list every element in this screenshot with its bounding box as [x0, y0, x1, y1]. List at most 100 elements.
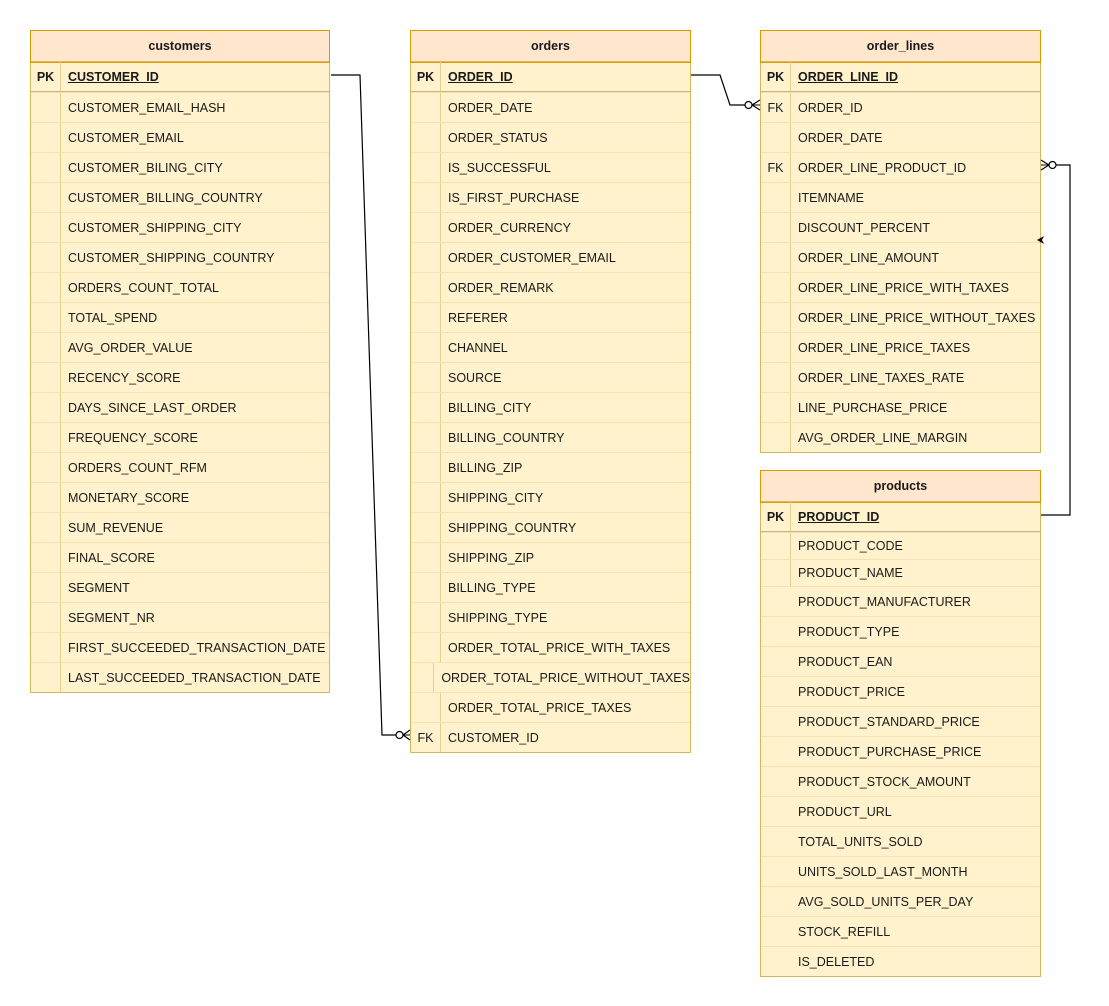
table-orders[interactable]: orders PK ORDER_ID ORDER_DATE ORDER_STATUS IS… [410, 30, 691, 753]
table-row[interactable]: CUSTOMER_BILLING_COUNTRY [31, 182, 329, 212]
key-cell [411, 513, 441, 542]
table-row[interactable]: ORDER_STATUS [411, 122, 690, 152]
table-row[interactable]: ITEMNAME [761, 182, 1040, 212]
table-row[interactable]: ORDER_CUSTOMER_EMAIL [411, 242, 690, 272]
column-name: BILLING_COUNTRY [448, 430, 565, 445]
table-row[interactable]: MONETARY_SCORE [31, 482, 329, 512]
table-row[interactable]: PRODUCT_URL [761, 796, 1040, 826]
column-name: ORDER_LINE_PRICE_WITHOUT_TAXES [798, 310, 1036, 325]
table-row[interactable]: ORDER_REMARK [411, 272, 690, 302]
table-row[interactable]: PK PRODUCT_ID [761, 502, 1040, 532]
table-row[interactable]: ORDER_LINE_PRICE_TAXES [761, 332, 1040, 362]
table-row[interactable]: FK ORDER_LINE_PRODUCT_ID [761, 152, 1040, 182]
table-products[interactable]: products PK PRODUCT_ID PRODUCT_CODE PRODUCT_… [760, 470, 1041, 977]
table-row[interactable]: CHANNEL [411, 332, 690, 362]
table-row[interactable]: BILLING_ZIP [411, 452, 690, 482]
table-row[interactable]: TOTAL_UNITS_SOLD [761, 826, 1040, 856]
table-row[interactable]: TOTAL_SPEND [31, 302, 329, 332]
table-row[interactable]: PK ORDER_ID [411, 62, 690, 92]
table-row[interactable]: BILLING_TYPE [411, 572, 690, 602]
table-row[interactable]: IS_DELETED [761, 946, 1040, 976]
table-row[interactable]: PRODUCT_EAN [761, 646, 1040, 676]
table-row[interactable]: ORDER_TOTAL_PRICE_WITHOUT_TAXES [411, 662, 690, 692]
table-row[interactable]: CUSTOMER_EMAIL_HASH [31, 92, 329, 122]
table-row[interactable]: REFERER [411, 302, 690, 332]
table-row[interactable]: SEGMENT [31, 572, 329, 602]
key-cell [31, 663, 61, 692]
table-row[interactable]: PRODUCT_PRICE [761, 676, 1040, 706]
table-row[interactable]: DISCOUNT_PERCENT [761, 212, 1040, 242]
table-row[interactable]: STOCK_REFILL [761, 916, 1040, 946]
table-row[interactable]: PK ORDER_LINE_ID [761, 62, 1040, 92]
table-row[interactable]: ORDER_LINE_PRICE_WITHOUT_TAXES [761, 302, 1040, 332]
key-cell [761, 677, 791, 706]
table-row[interactable]: ORDER_TOTAL_PRICE_WITH_TAXES [411, 632, 690, 662]
table-row[interactable]: PRODUCT_CODE [761, 532, 1040, 559]
table-row[interactable]: IS_SUCCESSFUL [411, 152, 690, 182]
table-row[interactable]: SHIPPING_TYPE [411, 602, 690, 632]
table-row[interactable]: AVG_ORDER_LINE_MARGIN [761, 422, 1040, 452]
table-row[interactable]: LINE_PURCHASE_PRICE [761, 392, 1040, 422]
table-row[interactable]: SEGMENT_NR [31, 602, 329, 632]
relationship-products-order-lines[interactable] [1040, 159, 1071, 516]
column-name: SOURCE [448, 370, 502, 385]
table-row[interactable]: PK CUSTOMER_ID [31, 62, 329, 92]
table-order-lines[interactable]: order_lines PK ORDER_LINE_ID FK ORDER_ID ORDE… [760, 30, 1041, 453]
key-cell [761, 797, 791, 826]
column-name: CUSTOMER_SHIPPING_CITY [68, 220, 242, 235]
table-row[interactable]: ORDER_LINE_AMOUNT [761, 242, 1040, 272]
table-row[interactable]: ORDER_DATE [411, 92, 690, 122]
table-row[interactable]: LAST_SUCCEEDED_TRANSACTION_DATE [31, 662, 329, 692]
crows-foot-icon [1040, 159, 1050, 171]
table-row[interactable]: SHIPPING_COUNTRY [411, 512, 690, 542]
table-row[interactable]: AVG_ORDER_VALUE [31, 332, 329, 362]
table-row[interactable]: PRODUCT_NAME [761, 559, 1040, 586]
table-row[interactable]: DAYS_SINCE_LAST_ORDER [31, 392, 329, 422]
table-row[interactable]: ORDER_DATE [761, 122, 1040, 152]
table-row[interactable]: CUSTOMER_SHIPPING_CITY [31, 212, 329, 242]
table-row[interactable]: ORDERS_COUNT_TOTAL [31, 272, 329, 302]
table-row[interactable]: CUSTOMER_SHIPPING_COUNTRY [31, 242, 329, 272]
column-name: PRODUCT_PRICE [798, 684, 905, 699]
table-row[interactable]: PRODUCT_PURCHASE_PRICE [761, 736, 1040, 766]
table-row[interactable]: FK ORDER_ID [761, 92, 1040, 122]
table-row[interactable]: PRODUCT_STANDARD_PRICE [761, 706, 1040, 736]
column-name: FREQUENCY_SCORE [68, 430, 198, 445]
table-row[interactable]: PRODUCT_MANUFACTURER [761, 586, 1040, 616]
table-row[interactable]: ORDERS_COUNT_RFM [31, 452, 329, 482]
crows-foot-icon [751, 99, 761, 111]
table-row[interactable]: ORDER_LINE_PRICE_WITH_TAXES [761, 272, 1040, 302]
table-row[interactable]: UNITS_SOLD_LAST_MONTH [761, 856, 1040, 886]
table-row[interactable]: CUSTOMER_EMAIL [31, 122, 329, 152]
table-row[interactable]: ORDER_CURRENCY [411, 212, 690, 242]
table-row[interactable]: SHIPPING_ZIP [411, 542, 690, 572]
table-row[interactable]: PRODUCT_STOCK_AMOUNT [761, 766, 1040, 796]
table-row[interactable]: FREQUENCY_SCORE [31, 422, 329, 452]
table-row[interactable]: FIRST_SUCCEEDED_TRANSACTION_DATE [31, 632, 329, 662]
table-row[interactable]: BILLING_CITY [411, 392, 690, 422]
key-cell [761, 947, 791, 976]
table-row[interactable]: SOURCE [411, 362, 690, 392]
table-row[interactable]: IS_FIRST_PURCHASE [411, 182, 690, 212]
table-row[interactable]: BILLING_COUNTRY [411, 422, 690, 452]
table-row[interactable]: ORDER_TOTAL_PRICE_TAXES [411, 692, 690, 722]
column-name: ORDERS_COUNT_RFM [68, 460, 207, 475]
table-row[interactable]: SHIPPING_CITY [411, 482, 690, 512]
column-name: PRODUCT_URL [798, 804, 892, 819]
table-row[interactable]: RECENCY_SCORE [31, 362, 329, 392]
table-row[interactable]: SUM_REVENUE [31, 512, 329, 542]
table-row[interactable]: CUSTOMER_BILING_CITY [31, 152, 329, 182]
relationship-orders-order-lines[interactable] [691, 74, 761, 111]
column-name: FINAL_SCORE [68, 550, 155, 565]
column-name: ORDER_TOTAL_PRICE_TAXES [448, 700, 632, 715]
column-name: CUSTOMER_EMAIL_HASH [68, 100, 226, 115]
table-row[interactable]: ORDER_LINE_TAXES_RATE [761, 362, 1040, 392]
key-cell [761, 917, 791, 946]
table-row[interactable]: AVG_SOLD_UNITS_PER_DAY [761, 886, 1040, 916]
table-customers[interactable]: customers PK CUSTOMER_ID CUSTOMER_EMAIL_HAS… [30, 30, 330, 693]
table-row[interactable]: FK CUSTOMER_ID [411, 722, 690, 752]
table-row[interactable]: PRODUCT_TYPE [761, 616, 1040, 646]
key-cell [31, 513, 61, 542]
table-row[interactable]: FINAL_SCORE [31, 542, 329, 572]
relationship-customers-orders[interactable] [331, 74, 411, 741]
